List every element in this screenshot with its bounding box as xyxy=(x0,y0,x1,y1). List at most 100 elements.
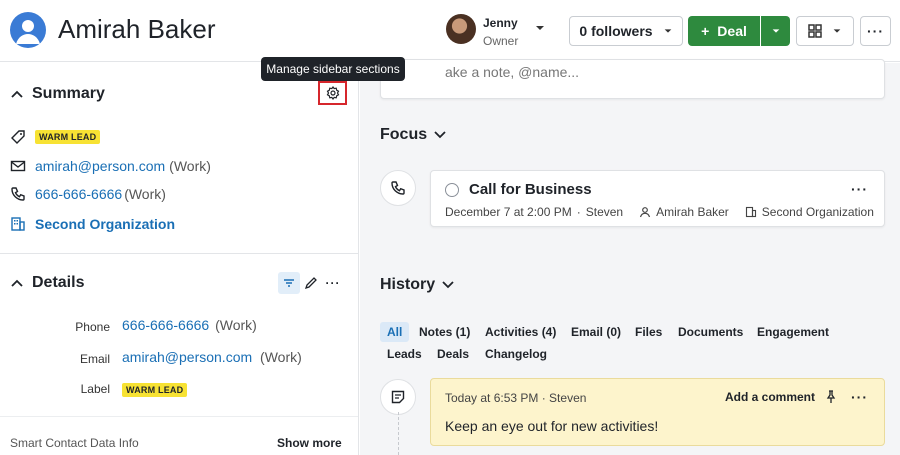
summary-phone-link[interactable]: 666-666-6666 xyxy=(35,186,122,202)
activity-more-button[interactable]: ··· xyxy=(851,181,868,197)
note-card[interactable]: Today at 6:53 PM · Steven Add a comment … xyxy=(430,378,885,446)
details-phone-value: 666-666-6666 (Work) xyxy=(122,317,257,333)
tab-changelog[interactable]: Changelog xyxy=(478,344,554,364)
pencil-icon xyxy=(304,276,318,290)
summary-label-row: WARM LEAD xyxy=(10,129,101,145)
details-phone-label: Phone xyxy=(75,320,110,334)
summary-section-header[interactable]: Summary xyxy=(10,85,105,103)
activity-organization-link[interactable]: Second Organization xyxy=(762,205,874,219)
summary-phone-type: (Work) xyxy=(124,186,166,202)
note-input[interactable]: ake a note, @name... xyxy=(380,59,885,99)
show-more-button[interactable]: Show more xyxy=(277,436,342,450)
summary-email-row: amirah@person.com (Work) xyxy=(10,158,211,174)
deal-options-button[interactable] xyxy=(761,16,790,46)
phone-icon xyxy=(10,186,26,202)
history-title: History xyxy=(380,276,436,293)
owner-selector[interactable]: Jenny Owner xyxy=(446,14,550,48)
grid-view-icon xyxy=(808,24,822,38)
activity-meta: December 7 at 2:00 PM · Steven Amirah Ba… xyxy=(445,205,874,219)
chevron-down-icon xyxy=(663,26,673,36)
tab-notes[interactable]: Notes (1) xyxy=(412,322,477,342)
mail-icon xyxy=(10,158,26,174)
call-activity-icon xyxy=(380,170,416,206)
tab-documents[interactable]: Documents xyxy=(671,322,750,342)
details-label-value: WARM LEAD xyxy=(122,380,188,397)
warm-lead-badge[interactable]: WARM LEAD xyxy=(122,383,188,397)
details-label-label: Label xyxy=(80,382,110,396)
details-email-label: Email xyxy=(79,352,110,366)
person-avatar-icon xyxy=(10,12,46,48)
details-phone-type: (Work) xyxy=(215,317,257,333)
main-panel: ake a note, @name... Focus Call for Busi… xyxy=(360,59,900,455)
plus-icon: + xyxy=(701,23,710,39)
summary-email-link[interactable]: amirah@person.com xyxy=(35,158,165,174)
followers-label: 0 followers xyxy=(579,23,653,39)
note-input-placeholder: ake a note, @name... xyxy=(445,64,580,80)
tab-all[interactable]: All xyxy=(380,322,410,342)
tag-icon xyxy=(10,129,26,145)
tab-leads[interactable]: Leads xyxy=(380,344,429,364)
view-options-button[interactable] xyxy=(796,16,854,46)
filter-icon xyxy=(282,276,296,290)
note-more-button[interactable]: ··· xyxy=(851,389,868,405)
details-more-button[interactable]: ··· xyxy=(322,272,344,294)
meta-separator: · xyxy=(576,205,581,219)
phone-icon xyxy=(390,180,406,196)
deal-label: Deal xyxy=(717,23,747,39)
chevron-up-icon xyxy=(10,276,24,290)
chevron-down-icon xyxy=(771,26,781,36)
warm-lead-badge[interactable]: WARM LEAD xyxy=(35,130,101,144)
focus-title: Focus xyxy=(380,126,428,143)
activity-assignee: Steven xyxy=(585,205,624,219)
chevron-down-icon xyxy=(534,22,546,34)
person-name: Amirah Baker xyxy=(58,14,216,44)
details-email-link[interactable]: amirah@person.com xyxy=(122,349,252,365)
owner-avatar xyxy=(446,14,476,44)
details-section-header[interactable]: Details xyxy=(10,274,84,292)
edit-details-button[interactable] xyxy=(300,272,322,294)
summary-organization-link[interactable]: Second Organization xyxy=(35,216,175,232)
summary-organization-row: Second Organization xyxy=(10,216,175,232)
pin-icon[interactable] xyxy=(824,390,838,404)
details-phone-link[interactable]: 666-666-6666 xyxy=(122,317,209,333)
summary-phone-row: 666-666-6666 (Work) xyxy=(10,186,166,202)
details-email-value: amirah@person.com (Work) xyxy=(122,349,302,365)
followers-button[interactable]: 0 followers xyxy=(569,16,683,46)
section-divider xyxy=(0,253,358,254)
activity-date: December 7 at 2:00 PM xyxy=(445,205,572,219)
smart-contact-data-label: Smart Contact Data Info xyxy=(10,436,139,450)
chevron-down-icon xyxy=(441,278,455,292)
tab-files[interactable]: Files xyxy=(628,322,669,342)
activity-person-link[interactable]: Amirah Baker xyxy=(656,205,729,219)
tab-deals[interactable]: Deals xyxy=(430,344,476,364)
filter-button[interactable] xyxy=(278,272,300,294)
activity-card[interactable]: Call for Business ··· December 7 at 2:00… xyxy=(430,170,885,227)
summary-title: Summary xyxy=(32,85,105,102)
tab-engagement[interactable]: Engagement xyxy=(750,322,836,342)
chevron-up-icon xyxy=(10,87,24,101)
manage-sidebar-button[interactable] xyxy=(318,81,347,105)
note-meta: Today at 6:53 PM · Steven xyxy=(445,391,587,405)
note-timeline-icon xyxy=(380,379,416,415)
sidebar: Summary WARM LEAD amirah@person.com (Wor… xyxy=(0,63,359,455)
owner-name: Jenny xyxy=(483,16,518,30)
tab-activities[interactable]: Activities (4) xyxy=(478,322,563,342)
activity-title[interactable]: Call for Business xyxy=(469,181,592,198)
gear-icon xyxy=(326,86,340,100)
summary-email-type: (Work) xyxy=(169,158,211,174)
history-section-header[interactable]: History xyxy=(380,276,455,294)
details-title: Details xyxy=(32,274,85,291)
add-deal-button[interactable]: + Deal xyxy=(688,16,760,46)
note-text: Keep an eye out for new activities! xyxy=(445,418,659,434)
focus-section-header[interactable]: Focus xyxy=(380,126,447,144)
more-icon: ··· xyxy=(325,276,341,290)
sidebar-footer: Smart Contact Data Info Show more xyxy=(0,416,358,455)
add-comment-button[interactable]: Add a comment xyxy=(725,390,815,404)
chevron-down-icon xyxy=(832,26,842,36)
chevron-down-icon xyxy=(433,128,447,142)
note-icon xyxy=(390,389,406,405)
activity-done-checkbox[interactable] xyxy=(445,183,459,197)
tab-email[interactable]: Email (0) xyxy=(564,322,628,342)
owner-role: Owner xyxy=(483,34,519,48)
more-actions-button[interactable]: ··· xyxy=(860,16,891,46)
